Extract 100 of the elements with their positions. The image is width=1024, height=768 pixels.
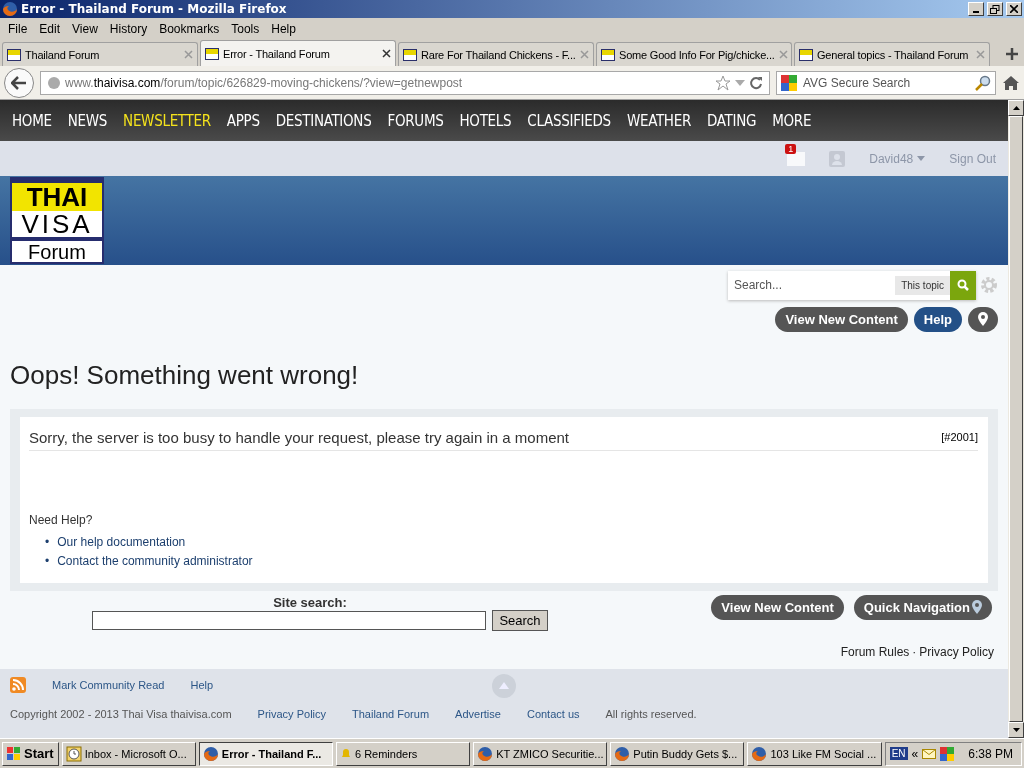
help-link[interactable]: Contact the community administrator bbox=[57, 551, 253, 571]
address-bar[interactable]: www.thaivisa.com/forum/topic/626829-moving-chickens/?view=getnewpost bbox=[40, 70, 770, 95]
help-button[interactable]: Help bbox=[913, 306, 962, 332]
scrollbar-thumb[interactable] bbox=[1009, 116, 1023, 722]
search-engine-icon bbox=[781, 74, 797, 91]
taskbar-button[interactable]: 6 Reminders bbox=[335, 741, 471, 766]
taskbar-button[interactable]: Inbox - Microsoft O... bbox=[61, 741, 196, 766]
firefox-icon bbox=[477, 745, 494, 762]
footer-link[interactable]: Privacy Policy bbox=[257, 707, 327, 720]
firefox-icon bbox=[751, 745, 768, 762]
view-new-content-button[interactable]: View New Content bbox=[711, 594, 844, 620]
nav-link[interactable]: NEWS bbox=[59, 111, 116, 130]
restore-icon bbox=[990, 4, 1000, 14]
shield-icon[interactable] bbox=[940, 746, 955, 761]
nav-link[interactable]: FORUMS bbox=[379, 111, 452, 130]
nav-link[interactable]: CLASSIFIEDS bbox=[519, 111, 619, 130]
quick-navigation-button[interactable]: Quick Navigation bbox=[853, 594, 992, 620]
nav-link[interactable]: WEATHER bbox=[618, 111, 700, 130]
tab-label: General topics - Thailand Forum bbox=[817, 48, 970, 61]
footer-link[interactable]: Mark Community Read bbox=[52, 678, 165, 691]
taskbar-button[interactable]: Error - Thailand F... bbox=[198, 741, 333, 766]
close-icon[interactable] bbox=[382, 49, 391, 58]
footer-link[interactable]: Thailand Forum bbox=[352, 707, 430, 720]
menu-item[interactable]: Tools bbox=[225, 22, 266, 36]
logo-text: THAI bbox=[12, 178, 102, 211]
site-search-field[interactable] bbox=[92, 610, 487, 630]
browser-tab[interactable]: Some Good Info For Pig/chicke... bbox=[596, 42, 792, 66]
menu-item[interactable]: Edit bbox=[33, 22, 67, 36]
url-text: www.thaivisa.com/forum/topic/626829-moving-chickens/?view=getnewpost bbox=[65, 75, 464, 90]
site-favicon bbox=[601, 48, 615, 61]
tab-label: Error - Thailand Forum bbox=[223, 47, 331, 60]
separator-dot: · bbox=[911, 644, 918, 659]
browser-tab[interactable]: Rare For Thailand Chickens - F... bbox=[398, 42, 594, 66]
help-link[interactable]: Our help documentation bbox=[57, 532, 186, 552]
menu-item[interactable]: Bookmarks bbox=[153, 22, 226, 36]
tab-label: Some Good Info For Pig/chicke... bbox=[619, 48, 775, 61]
search-scope[interactable]: This topic bbox=[895, 275, 950, 295]
menu-item[interactable]: History bbox=[103, 22, 154, 36]
restore-button[interactable] bbox=[987, 2, 1003, 16]
help-title: Need Help? bbox=[29, 512, 94, 527]
footer-link[interactable]: Contact us bbox=[526, 707, 580, 720]
taskbar-button[interactable]: Putin Buddy Gets $... bbox=[610, 741, 745, 766]
close-button[interactable] bbox=[1006, 2, 1022, 16]
site-logo[interactable]: THAI VISA Forum bbox=[10, 176, 104, 264]
browser-tab[interactable]: Error - Thailand Forum bbox=[200, 40, 396, 66]
reload-icon[interactable] bbox=[749, 75, 763, 90]
home-icon[interactable] bbox=[1002, 74, 1020, 91]
site-favicon bbox=[7, 48, 21, 61]
firefox-icon bbox=[614, 745, 631, 762]
vertical-scrollbar[interactable] bbox=[1008, 100, 1024, 738]
bullet: • bbox=[45, 533, 50, 551]
minimize-button[interactable] bbox=[968, 2, 984, 16]
forum-search-field[interactable]: Search... This topic bbox=[728, 270, 976, 300]
taskbar-button[interactable]: 103 Like FM Social ... bbox=[747, 741, 882, 766]
footer-link[interactable]: Privacy Policy bbox=[919, 644, 994, 659]
start-button[interactable]: Start bbox=[2, 741, 59, 766]
show-hidden-icons-button[interactable]: « bbox=[911, 746, 919, 761]
nav-link[interactable]: DATING bbox=[699, 111, 765, 130]
nav-link[interactable]: HOTELS bbox=[451, 111, 520, 130]
search-icon bbox=[957, 279, 969, 292]
window-title: Error - Thailand Forum - Mozilla Firefox bbox=[21, 2, 288, 16]
footer-link[interactable]: Forum Rules bbox=[840, 644, 910, 659]
search-icon[interactable] bbox=[975, 74, 991, 91]
error-code: [#2001] bbox=[941, 431, 978, 444]
search-button[interactable] bbox=[950, 270, 976, 300]
browser-search-field[interactable]: AVG Secure Search bbox=[776, 70, 996, 95]
tab-label: Rare For Thailand Chickens - F... bbox=[421, 48, 576, 61]
site-favicon bbox=[403, 48, 417, 61]
language-indicator[interactable]: EN bbox=[889, 747, 908, 760]
site-favicon bbox=[205, 47, 219, 60]
nav-link[interactable]: NEWSLETTER bbox=[115, 111, 219, 130]
footer-link[interactable]: Help bbox=[190, 678, 214, 691]
nav-link[interactable]: HOME bbox=[4, 111, 60, 130]
footer-link[interactable]: Advertise bbox=[455, 707, 501, 720]
down-arrow-icon[interactable] bbox=[1012, 728, 1020, 732]
browser-tab[interactable]: Thailand Forum bbox=[2, 42, 198, 66]
caret-icon bbox=[917, 156, 926, 162]
bell-icon bbox=[339, 747, 352, 760]
close-icon bbox=[1010, 5, 1018, 13]
nav-link[interactable]: MORE bbox=[764, 111, 820, 130]
menu-item[interactable]: File bbox=[2, 22, 34, 36]
view-new-content-button[interactable]: View New Content bbox=[775, 306, 908, 332]
menu-item[interactable]: Help bbox=[265, 22, 302, 36]
nav-link[interactable]: DESTINATIONS bbox=[267, 111, 380, 130]
nav-link[interactable]: APPS bbox=[218, 111, 268, 130]
search-button[interactable]: Search bbox=[492, 609, 548, 631]
location-button[interactable] bbox=[968, 306, 998, 332]
error-message: Sorry, the server is too busy to handle your request, please try again in a moment bbox=[29, 428, 569, 446]
up-arrow-icon[interactable] bbox=[1012, 106, 1020, 110]
clock-icon bbox=[65, 745, 82, 762]
menu-item[interactable]: View bbox=[66, 22, 104, 36]
site-favicon bbox=[799, 48, 813, 61]
page-heading: Oops! Something went wrong! bbox=[10, 359, 360, 391]
firefox-icon bbox=[2, 1, 18, 17]
browser-tab[interactable]: General topics - Thailand Forum bbox=[794, 42, 990, 66]
notification-count: 1 bbox=[785, 143, 797, 154]
location-pin-icon bbox=[978, 312, 988, 327]
star-icon[interactable] bbox=[715, 74, 731, 91]
taskbar-button[interactable]: KT ZMICO Securitie... bbox=[473, 741, 608, 766]
back-button[interactable] bbox=[4, 67, 34, 98]
